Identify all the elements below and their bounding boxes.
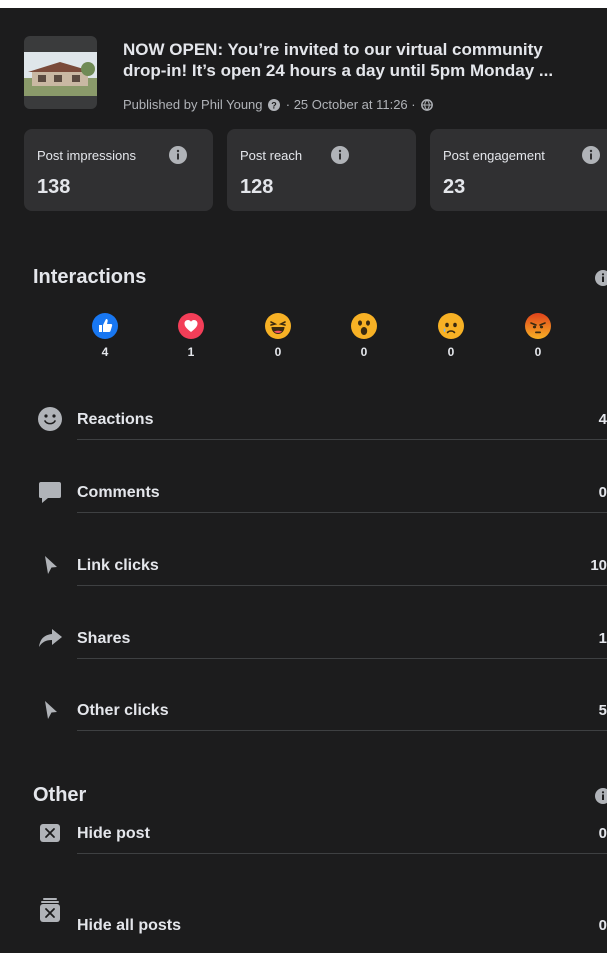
divider bbox=[77, 658, 607, 659]
row-link-clicks[interactable]: Link clicks 10 bbox=[33, 538, 607, 611]
row-hide-all-posts[interactable]: Hide all posts 0 bbox=[33, 880, 607, 953]
row-value: 5 bbox=[598, 702, 607, 719]
house-photo-icon bbox=[24, 52, 97, 96]
reaction-love[interactable]: 1 bbox=[177, 313, 205, 359]
post-title-line-1: NOW OPEN: You’re invited to our virtual … bbox=[123, 40, 543, 59]
stat-value: 23 bbox=[443, 176, 466, 198]
reaction-count: 0 bbox=[274, 345, 282, 359]
row-label: Other clicks bbox=[77, 702, 169, 719]
reaction-sad[interactable]: 0 bbox=[437, 313, 465, 359]
post-title-line-2: drop-in! It’s open 24 hours a day until … bbox=[123, 61, 554, 80]
like-icon bbox=[92, 313, 118, 339]
stat-value: 128 bbox=[240, 176, 274, 198]
cursor-icon bbox=[45, 701, 57, 719]
interactions-heading: Interactions bbox=[33, 266, 147, 288]
reaction-like[interactable]: 4 bbox=[91, 313, 119, 359]
reaction-angry[interactable]: 0 bbox=[524, 313, 552, 359]
post-title[interactable]: NOW OPEN: You’re invited to our virtual … bbox=[123, 39, 607, 81]
haha-icon bbox=[265, 313, 291, 339]
wow-icon bbox=[351, 313, 377, 339]
sad-icon bbox=[438, 313, 464, 339]
divider bbox=[77, 512, 607, 513]
post-meta: Published by Phil Young ? · 25 October a… bbox=[123, 97, 435, 112]
reaction-count: 0 bbox=[534, 345, 542, 359]
row-label: Shares bbox=[77, 630, 131, 647]
hide-icon bbox=[40, 824, 60, 842]
smiley-icon bbox=[38, 407, 62, 431]
row-value: 10 bbox=[590, 557, 607, 574]
info-icon[interactable] bbox=[595, 270, 607, 286]
info-icon[interactable] bbox=[582, 146, 600, 164]
stat-value: 138 bbox=[37, 176, 71, 198]
info-icon[interactable] bbox=[595, 788, 607, 804]
reaction-count: 1 bbox=[187, 345, 195, 359]
row-label: Comments bbox=[77, 484, 160, 501]
row-reactions[interactable]: Reactions 4 bbox=[33, 392, 607, 465]
row-value: 0 bbox=[598, 484, 607, 501]
reaction-wow[interactable]: 0 bbox=[350, 313, 378, 359]
info-icon[interactable] bbox=[331, 146, 349, 164]
help-icon[interactable]: ? bbox=[268, 99, 281, 111]
divider bbox=[77, 585, 607, 586]
other-heading: Other bbox=[33, 784, 87, 806]
stat-card-impressions: Post impressions 138 bbox=[24, 129, 213, 211]
row-label: Link clicks bbox=[77, 557, 159, 574]
post-header: NOW OPEN: You’re invited to our virtual … bbox=[24, 36, 607, 116]
post-date[interactable]: · 25 October at 11:26 · bbox=[286, 97, 416, 112]
stat-label: Post engagement bbox=[443, 148, 545, 163]
love-icon bbox=[178, 313, 204, 339]
row-shares[interactable]: Shares 1 bbox=[33, 611, 607, 684]
row-label: Hide post bbox=[77, 825, 150, 842]
top-edge bbox=[0, 0, 607, 8]
row-value: 0 bbox=[598, 917, 607, 934]
globe-icon bbox=[421, 99, 434, 111]
comment-icon bbox=[39, 482, 61, 503]
reaction-count: 4 bbox=[101, 345, 109, 359]
stat-card-reach: Post reach 128 bbox=[227, 129, 416, 211]
reaction-count: 0 bbox=[360, 345, 368, 359]
info-icon[interactable] bbox=[169, 146, 187, 164]
reaction-count: 0 bbox=[447, 345, 455, 359]
publisher-text: Published by Phil Young bbox=[123, 97, 263, 112]
row-value: 1 bbox=[598, 630, 607, 647]
row-value: 4 bbox=[598, 411, 607, 428]
row-label: Reactions bbox=[77, 411, 154, 428]
row-label: Hide all posts bbox=[77, 917, 182, 934]
svg-text:?: ? bbox=[271, 101, 277, 111]
stat-card-engagement: Post engagement 23 bbox=[430, 129, 607, 211]
angry-icon bbox=[525, 313, 551, 339]
share-icon bbox=[39, 629, 62, 647]
divider bbox=[77, 853, 607, 854]
stat-label: Post reach bbox=[240, 148, 303, 163]
stat-label: Post impressions bbox=[37, 148, 136, 163]
row-hide-post[interactable]: Hide post 0 bbox=[33, 806, 607, 879]
post-thumbnail[interactable] bbox=[24, 36, 97, 109]
hide-all-icon bbox=[40, 898, 60, 922]
reaction-haha[interactable]: 0 bbox=[264, 313, 292, 359]
divider bbox=[77, 730, 607, 731]
cursor-icon bbox=[45, 556, 57, 574]
row-value: 0 bbox=[598, 825, 607, 842]
divider bbox=[77, 439, 607, 440]
row-comments[interactable]: Comments 0 bbox=[33, 465, 607, 538]
post-stats: Post impressions 138 Post reach 128 Post… bbox=[24, 129, 607, 211]
row-other-clicks[interactable]: Other clicks 5 bbox=[33, 683, 607, 756]
